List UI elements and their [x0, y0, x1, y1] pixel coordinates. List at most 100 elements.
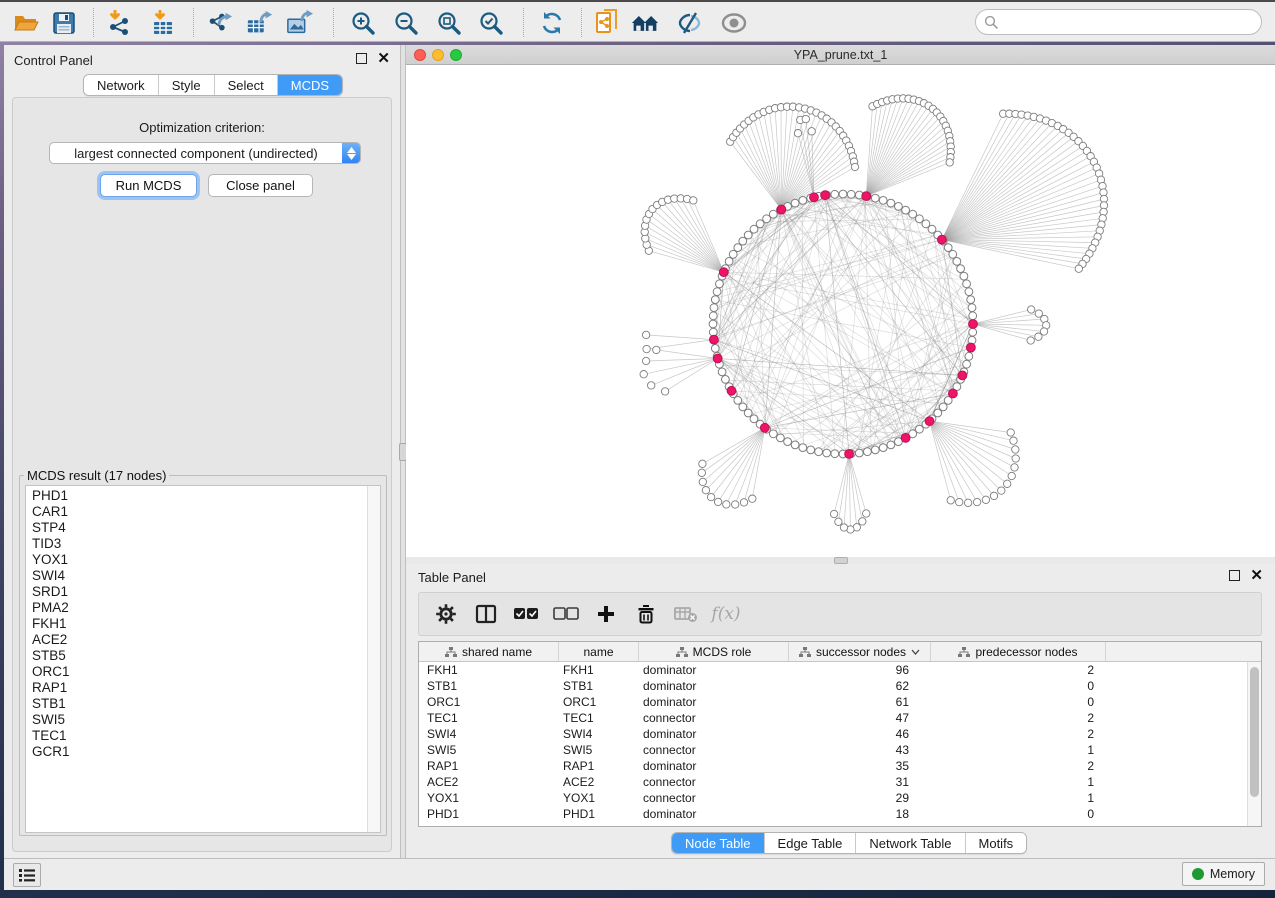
- task-history-button[interactable]: [13, 863, 41, 887]
- network-view-window: YPA_prune.txt_1: [406, 45, 1275, 557]
- table-row[interactable]: TEC1TEC1connector472: [419, 710, 1247, 726]
- table-cell: connector: [639, 742, 789, 758]
- zoom-in-icon[interactable]: [349, 9, 377, 37]
- mcds-tab-content: Optimization criterion: largest connecte…: [12, 97, 392, 852]
- mcds-result-item[interactable]: PMA2: [32, 600, 367, 616]
- network-canvas[interactable]: [406, 65, 1275, 557]
- table-cell: 2: [931, 726, 1106, 742]
- table-row[interactable]: ORC1ORC1dominator610: [419, 694, 1247, 710]
- mcds-result-title: MCDS result (17 nodes): [24, 468, 169, 483]
- mcds-result-item[interactable]: TID3: [32, 536, 367, 552]
- close-panel-icon[interactable]: ✕: [1250, 570, 1263, 581]
- control-panel-title: Control Panel: [14, 53, 93, 68]
- zoom-selected-icon[interactable]: [477, 9, 505, 37]
- show-columns-icon[interactable]: [473, 601, 499, 627]
- table-cell: PHD1: [419, 806, 559, 822]
- table-cell: 2: [931, 662, 1106, 678]
- export-image-icon[interactable]: [286, 9, 314, 37]
- mcds-result-item[interactable]: RAP1: [32, 680, 367, 696]
- mcds-result-item[interactable]: ACE2: [32, 632, 367, 648]
- mcds-list-scrollbar[interactable]: [367, 486, 380, 832]
- zoom-fit-icon[interactable]: [435, 9, 463, 37]
- selected-option: largest connected component (undirected): [50, 146, 342, 161]
- network-graph[interactable]: [406, 65, 1275, 557]
- mcds-result-item[interactable]: FKH1: [32, 616, 367, 632]
- import-network-icon[interactable]: [106, 9, 134, 37]
- export-network-icon[interactable]: [206, 9, 234, 37]
- mcds-result-item[interactable]: STB1: [32, 696, 367, 712]
- table-row[interactable]: FKH1FKH1dominator962: [419, 662, 1247, 678]
- select-all-icon[interactable]: [513, 601, 539, 627]
- table-row[interactable]: ACE2ACE2connector311: [419, 774, 1247, 790]
- mcds-result-item[interactable]: YOX1: [32, 552, 367, 568]
- tab-network-table[interactable]: Network Table: [856, 833, 965, 853]
- tab-motifs[interactable]: Motifs: [966, 833, 1027, 853]
- tab-edge-table[interactable]: Edge Table: [765, 833, 857, 853]
- mcds-result-item[interactable]: ORC1: [32, 664, 367, 680]
- table-panel-tabbar: Node Table Edge Table Network Table Moti…: [671, 832, 1027, 854]
- table-cell: 62: [789, 678, 931, 694]
- status-bar: Memory: [4, 858, 1275, 890]
- tab-mcds[interactable]: MCDS: [278, 75, 342, 95]
- mcds-result-item[interactable]: STP4: [32, 520, 367, 536]
- mcds-result-item[interactable]: GCR1: [32, 744, 367, 760]
- table-cell: dominator: [639, 694, 789, 710]
- optimization-criterion-select[interactable]: largest connected component (undirected): [49, 142, 361, 164]
- zoom-out-icon[interactable]: [392, 9, 420, 37]
- export-table-icon[interactable]: [246, 9, 274, 37]
- table-row[interactable]: SWI4SWI4dominator462: [419, 726, 1247, 742]
- horizontal-splitter[interactable]: [406, 557, 1275, 564]
- mcds-result-item[interactable]: PHD1: [32, 488, 367, 504]
- import-table-icon[interactable]: [150, 9, 178, 37]
- network-window-titlebar[interactable]: YPA_prune.txt_1: [406, 45, 1275, 65]
- search-input[interactable]: [999, 15, 1261, 30]
- tab-select[interactable]: Select: [215, 75, 278, 95]
- refresh-layout-icon[interactable]: [538, 9, 566, 37]
- birds-eye-view-icon[interactable]: [720, 9, 748, 37]
- mcds-result-item[interactable]: SRD1: [32, 584, 367, 600]
- table-row[interactable]: PHD1PHD1dominator180: [419, 806, 1247, 822]
- column-header-mcds-role[interactable]: MCDS role: [639, 642, 789, 661]
- table-panel-title: Table Panel: [418, 570, 486, 585]
- run-mcds-button[interactable]: Run MCDS: [100, 174, 197, 197]
- mcds-result-item[interactable]: CAR1: [32, 504, 367, 520]
- save-session-icon[interactable]: [50, 9, 78, 37]
- memory-button[interactable]: Memory: [1182, 862, 1265, 886]
- column-header-shared-name[interactable]: shared name: [419, 642, 559, 661]
- close-panel-icon[interactable]: ✕: [377, 53, 390, 64]
- column-header-predecessor-nodes[interactable]: predecessor nodes: [931, 642, 1106, 661]
- table-cell: dominator: [639, 678, 789, 694]
- table-cell: ACE2: [419, 774, 559, 790]
- table-row[interactable]: YOX1YOX1connector291: [419, 790, 1247, 806]
- share-document-icon[interactable]: [593, 9, 621, 37]
- column-header-name[interactable]: name: [559, 642, 639, 661]
- table-cell: 18: [789, 806, 931, 822]
- table-scrollbar[interactable]: [1247, 662, 1261, 826]
- tab-node-table[interactable]: Node Table: [672, 833, 765, 853]
- table-row[interactable]: STB1STB1dominator620: [419, 678, 1247, 694]
- hide-graphics-details-icon[interactable]: [676, 9, 704, 37]
- column-header-successor-nodes[interactable]: successor nodes: [789, 642, 931, 661]
- open-file-icon[interactable]: [12, 9, 40, 37]
- search-icon: [984, 15, 999, 30]
- table-scrollbar-thumb[interactable]: [1250, 667, 1259, 797]
- deselect-all-icon[interactable]: [553, 601, 579, 627]
- table-row[interactable]: SWI5SWI5connector431: [419, 742, 1247, 758]
- float-panel-icon[interactable]: [356, 53, 367, 64]
- table-cell: 31: [789, 774, 931, 790]
- mcds-result-item[interactable]: TEC1: [32, 728, 367, 744]
- settings-gear-icon[interactable]: [433, 601, 459, 627]
- add-column-icon[interactable]: [593, 601, 619, 627]
- mcds-result-item[interactable]: SWI5: [32, 712, 367, 728]
- close-panel-button[interactable]: Close panel: [208, 174, 313, 197]
- delete-column-icon[interactable]: [633, 601, 659, 627]
- mcds-result-item[interactable]: SWI4: [32, 568, 367, 584]
- splitter-handle[interactable]: [834, 557, 848, 564]
- mcds-result-item[interactable]: STB5: [32, 648, 367, 664]
- tab-network[interactable]: Network: [84, 75, 159, 95]
- float-panel-icon[interactable]: [1229, 570, 1240, 581]
- table-row[interactable]: RAP1RAP1dominator352: [419, 758, 1247, 774]
- tab-style[interactable]: Style: [159, 75, 215, 95]
- home-networks-icon[interactable]: [631, 9, 659, 37]
- table-cell: 1: [931, 774, 1106, 790]
